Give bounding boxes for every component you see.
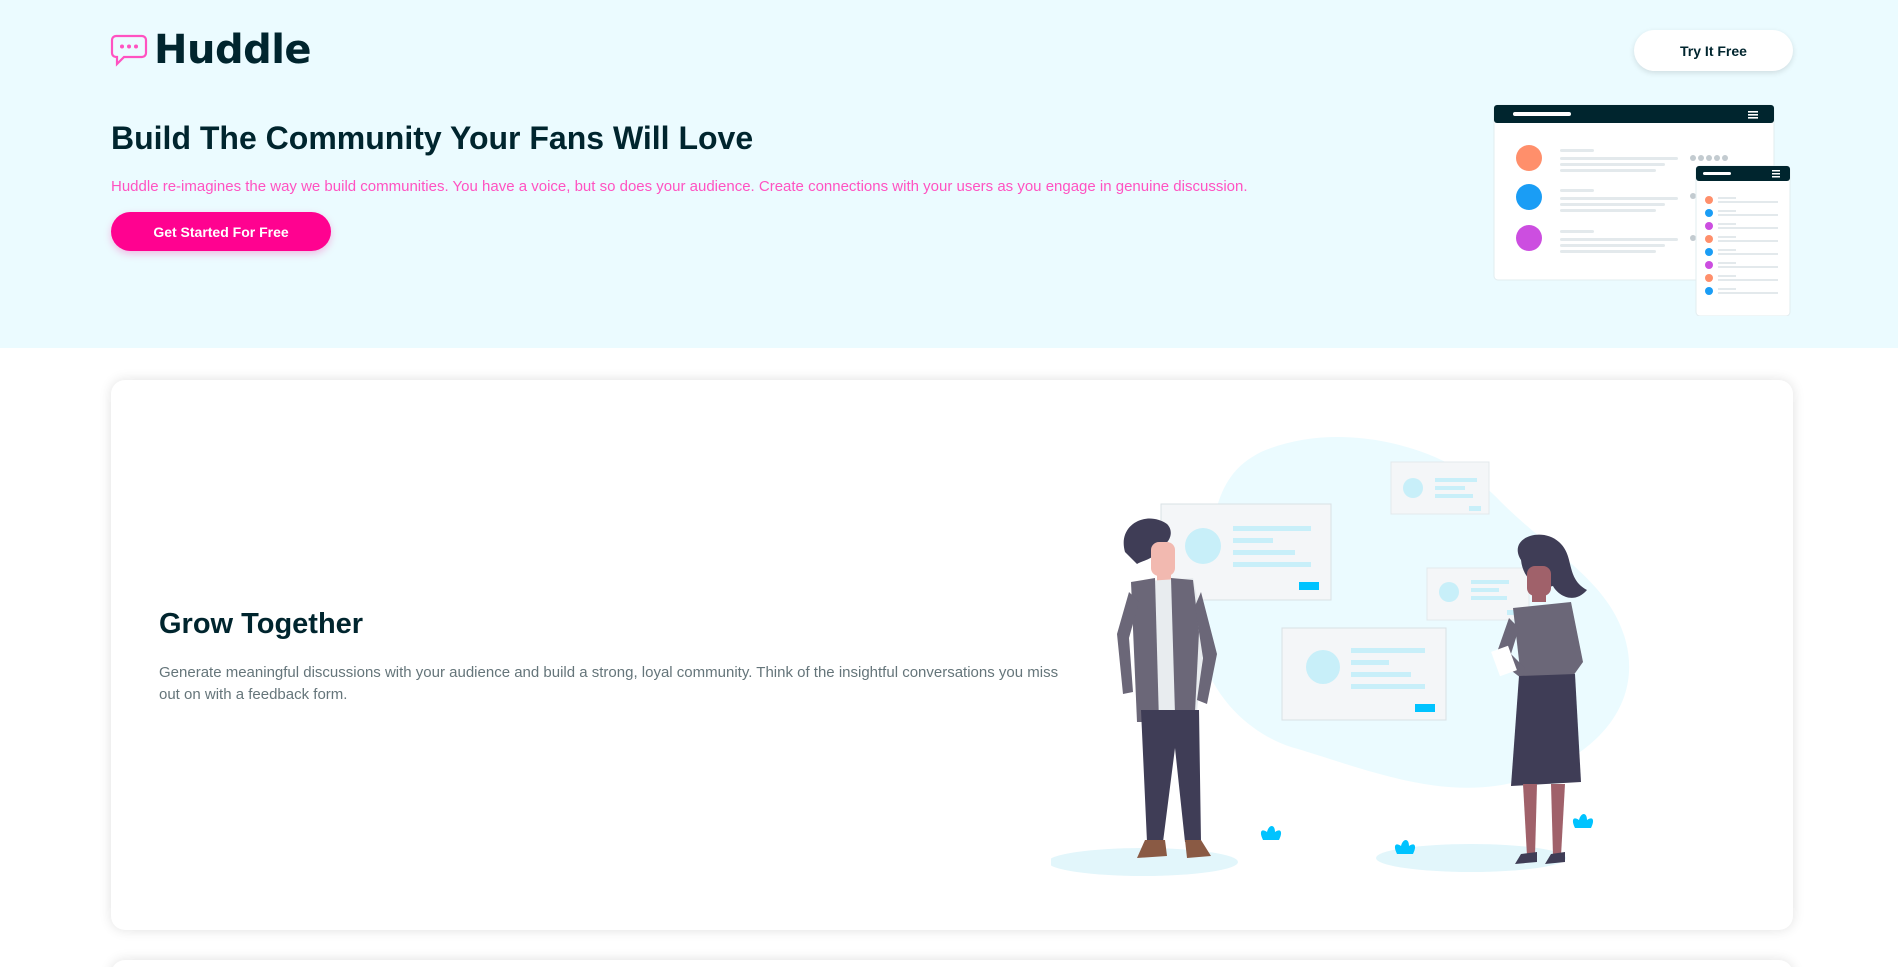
hero-description: Huddle re-imagines the way we build comm…	[111, 178, 1248, 195]
hero-section: Huddle Try It Free Build The Community Y…	[0, 0, 1898, 348]
feature-title: Grow Together	[159, 608, 364, 640]
chat-bubble-icon	[110, 34, 148, 67]
try-it-free-button[interactable]: Try It Free	[1634, 30, 1793, 71]
feature-card-next	[111, 960, 1793, 967]
get-started-button[interactable]: Get Started For Free	[111, 212, 331, 251]
feature-description: Generate meaningful discussions with you…	[159, 664, 1059, 703]
logo[interactable]: Huddle	[110, 27, 312, 73]
logo-text: Huddle	[154, 27, 312, 73]
hero-title: Build The Community Your Fans Will Love	[111, 120, 754, 156]
grow-together-illustration	[1051, 436, 1630, 876]
feature-card-grow-together: Grow Together Generate meaningful discus…	[111, 380, 1793, 930]
app-mockup-illustration	[1493, 104, 1791, 316]
